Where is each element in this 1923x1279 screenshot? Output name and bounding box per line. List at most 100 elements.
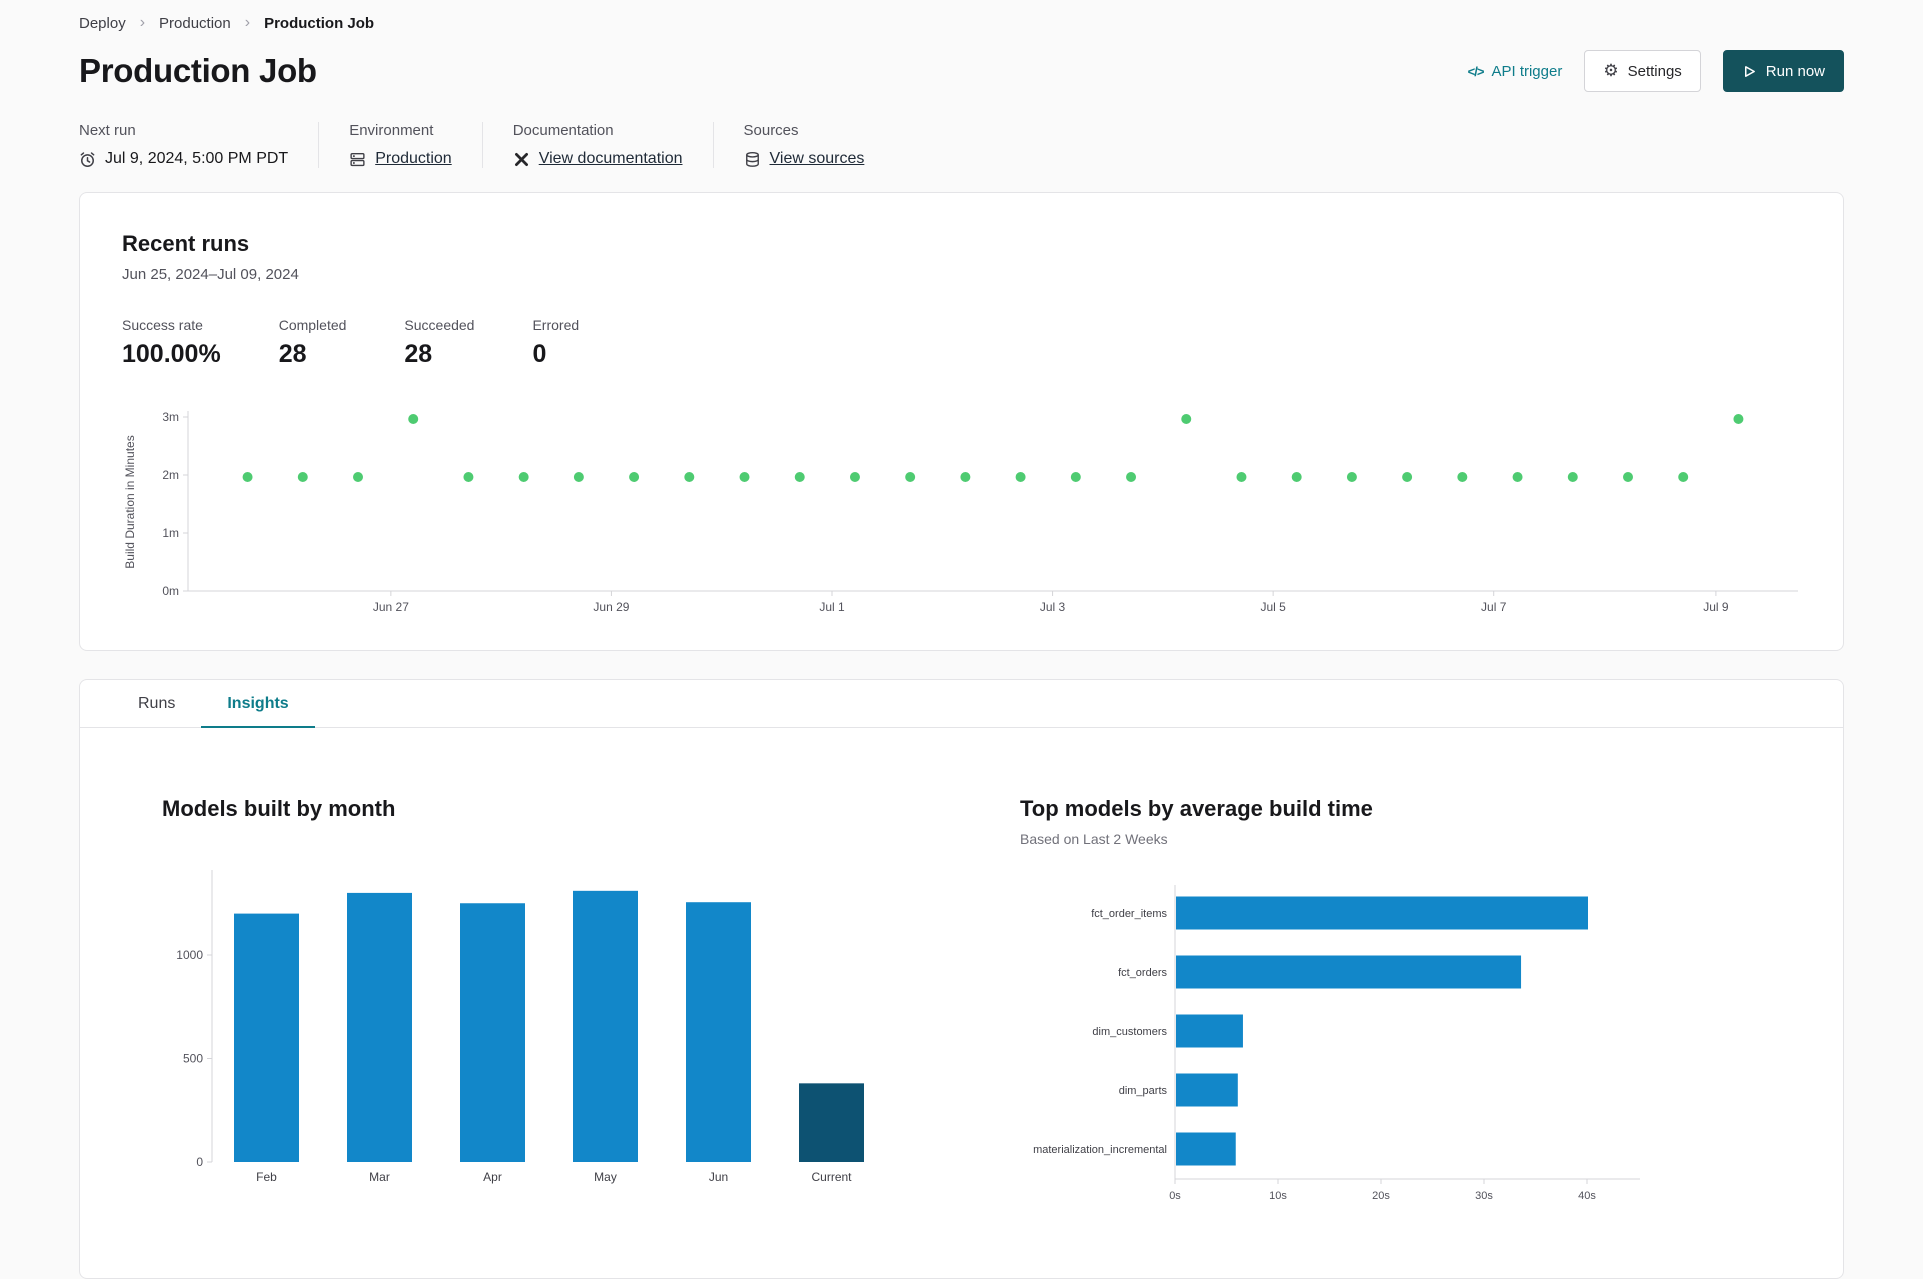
svg-text:Jun 27: Jun 27 [373, 600, 409, 614]
stat-label: Completed [278, 317, 347, 333]
run-dot [1567, 472, 1578, 482]
view-sources-link[interactable]: View sources [770, 150, 865, 168]
run-now-button[interactable]: Run now [1722, 50, 1844, 92]
run-dot [1070, 472, 1081, 482]
stat-value: 0 [532, 340, 547, 368]
svg-text:Jul 3: Jul 3 [1040, 600, 1066, 614]
meta-documentation: Documentation View documentation [513, 122, 683, 168]
month-bar [460, 903, 525, 1162]
run-dot [242, 472, 253, 482]
documentation-icon [514, 152, 528, 166]
stat-value: 28 [278, 340, 307, 368]
next-run-label: Next run [79, 122, 136, 139]
run-dot [684, 472, 695, 482]
divider [712, 122, 714, 168]
top-models-title: Top models by average build time [1020, 796, 1373, 821]
run-dot [1291, 472, 1302, 482]
svg-text:Feb: Feb [256, 1170, 277, 1184]
stat-errored: Errored 0 [532, 317, 579, 369]
run-dot [1678, 472, 1689, 482]
svg-text:May: May [594, 1170, 617, 1184]
month-bar [573, 890, 638, 1162]
run-dot [960, 472, 971, 482]
breadcrumb-current: Production Job [264, 14, 375, 32]
svg-text:dim_customers: dim_customers [1092, 1026, 1167, 1038]
settings-button[interactable]: ⚙ Settings [1584, 50, 1701, 92]
models-built-by-month-chart: 0 500 1000 Feb Mar Apr May Jun Current [176, 870, 864, 1184]
settings-label: Settings [1627, 62, 1682, 80]
svg-text:1000: 1000 [176, 948, 203, 962]
model-bar [1176, 955, 1522, 989]
stat-label: Success rate [122, 317, 203, 333]
run-dot [1402, 472, 1413, 482]
recent-runs-date-range: Jun 25, 2024–Jul 09, 2024 [122, 266, 299, 283]
svg-text:0m: 0m [162, 584, 179, 598]
breadcrumb: Deploy › Production › Production Job [79, 12, 1844, 32]
run-dot [1236, 472, 1247, 482]
divider [481, 122, 483, 168]
svg-text:1m: 1m [162, 526, 179, 540]
page-title: Production Job [79, 52, 317, 89]
run-dot [1457, 472, 1468, 482]
model-bar [1176, 896, 1588, 930]
breadcrumb-deploy[interactable]: Deploy [79, 15, 126, 32]
header-actions: </> API trigger ⚙ Settings Run now [1468, 50, 1844, 92]
page: Deploy › Production › Production Job Pro… [0, 0, 1923, 1279]
month-bar [234, 913, 299, 1162]
recent-runs-title: Recent runs [122, 231, 250, 256]
run-dot [518, 472, 529, 482]
stat-value: 100.00% [122, 340, 221, 368]
meta-sources: Sources View sources [744, 122, 865, 168]
page-header: Production Job </> API trigger ⚙ Setting… [79, 50, 1844, 92]
chevron-right-icon: › [139, 14, 146, 31]
stat-succeeded: Succeeded 28 [404, 317, 474, 369]
code-icon: </> [1467, 63, 1485, 79]
svg-text:0s: 0s [1169, 1190, 1181, 1202]
run-dot [1181, 414, 1192, 424]
run-dot [408, 414, 419, 424]
stat-completed: Completed 28 [279, 317, 347, 369]
build-duration-chart: Build Duration in Minutes 0m 1m 2m 3m Jun 27 J… [122, 403, 1801, 620]
tab-runs[interactable]: Runs [112, 680, 201, 728]
environment-link[interactable]: Production [375, 150, 452, 168]
models-built-by-month-title: Models built by month [162, 796, 396, 821]
environment-icon [350, 152, 365, 166]
clock-icon [80, 151, 95, 167]
svg-text:Mar: Mar [369, 1170, 390, 1184]
top-models-chart: 0s 10s 20s 30s 40s fct_order_items fct_ordersd… [1033, 885, 1640, 1202]
run-dot [849, 472, 860, 482]
insights-panel: Models built by month 0 500 1000 Feb Mar Apr M… [80, 728, 1843, 1252]
svg-text:Current: Current [811, 1170, 852, 1184]
recent-runs-stats: Success rate 100.00% Completed 28 Succee… [122, 317, 1801, 369]
api-trigger-link[interactable]: </> API trigger [1468, 63, 1563, 80]
svg-text:fct_order_items: fct_order_items [1091, 908, 1167, 920]
svg-text:Jun 29: Jun 29 [593, 600, 629, 614]
run-dot [1733, 414, 1744, 424]
svg-text:fct_orders: fct_orders [1118, 967, 1167, 979]
meta-next-run: Next run Jul 9, 2024, 5:00 PM PDT [79, 122, 288, 168]
stat-label: Errored [532, 317, 580, 333]
stat-label: Succeeded [404, 317, 475, 333]
run-dot [739, 472, 750, 482]
svg-text:Apr: Apr [483, 1170, 502, 1184]
run-now-label: Run now [1765, 62, 1825, 80]
svg-text:Jul 5: Jul 5 [1260, 600, 1286, 614]
breadcrumb-production[interactable]: Production [159, 15, 231, 32]
run-dot [1622, 472, 1633, 482]
recent-runs-card: Recent runs Jun 25, 2024–Jul 09, 2024 Su… [79, 192, 1844, 651]
run-dot [1015, 472, 1026, 482]
month-bar [686, 902, 751, 1162]
job-meta-row: Next run Jul 9, 2024, 5:00 PM PDT Enviro… [79, 122, 1844, 168]
run-dot [1512, 472, 1523, 482]
run-dot [905, 472, 916, 482]
run-dot [1346, 472, 1357, 482]
documentation-label: Documentation [512, 122, 614, 139]
build-duration-scatter: Build Duration in Minutes 0m 1m 2m 3m Jun 27 J… [123, 410, 1798, 614]
svg-text:0: 0 [196, 1155, 203, 1169]
top-models-subtitle: Based on Last 2 Weeks [1020, 831, 1168, 847]
model-bar [1176, 1014, 1243, 1048]
run-dot [353, 472, 364, 482]
tab-insights[interactable]: Insights [201, 680, 315, 728]
run-dot [573, 472, 584, 482]
view-documentation-link[interactable]: View documentation [539, 150, 683, 168]
